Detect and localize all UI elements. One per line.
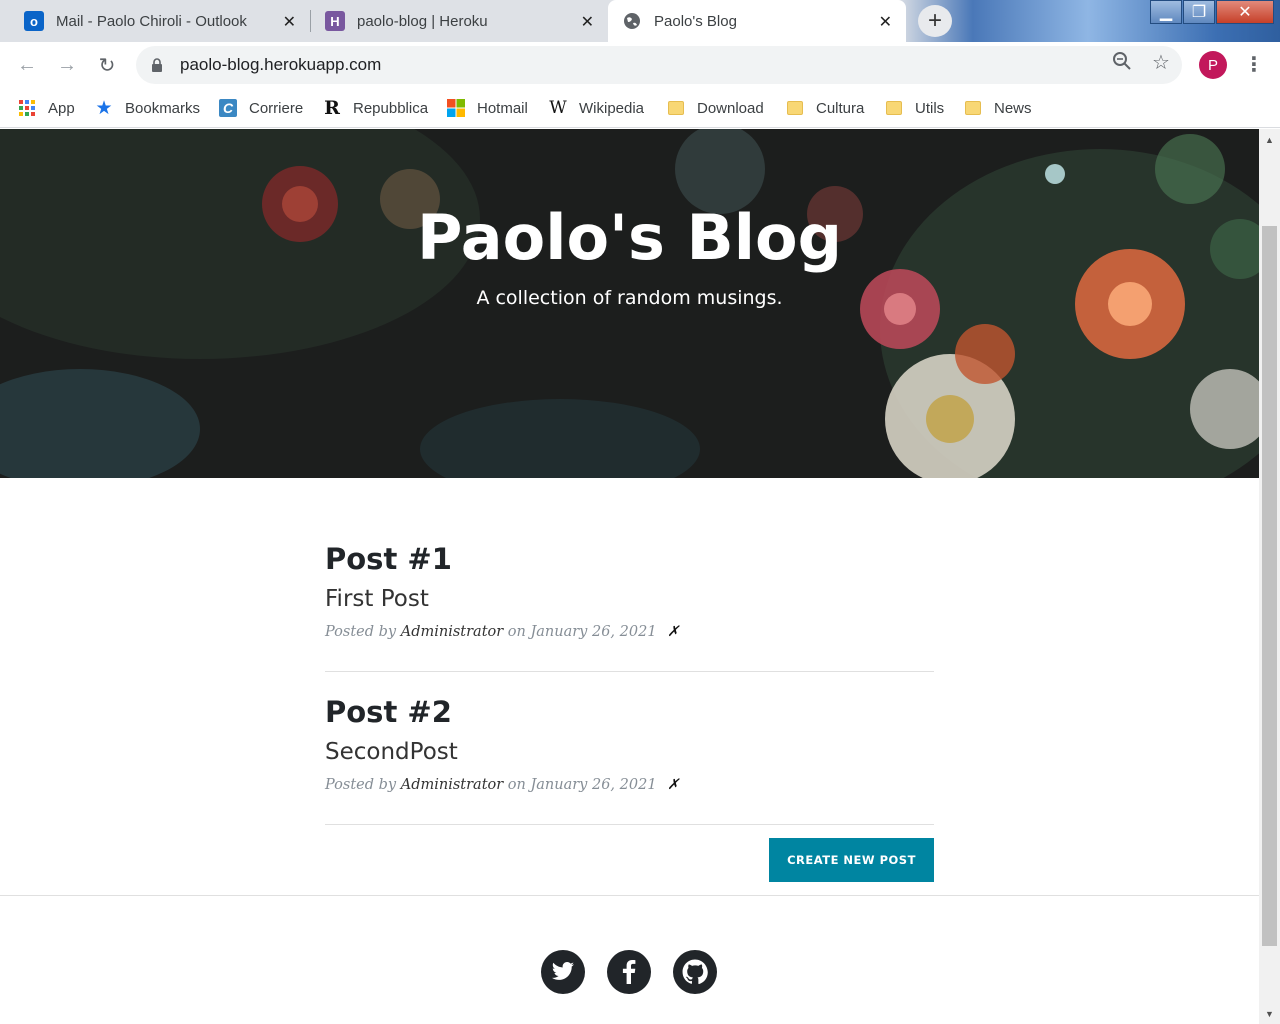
bookmark-folder-download[interactable]: Download (667, 96, 764, 120)
minimize-window-button[interactable]: ▁ (1150, 0, 1182, 24)
bookmark-label: News (994, 99, 1032, 117)
bookmark-label: Utils (915, 99, 945, 117)
post-meta-prefix: Posted by (325, 777, 397, 793)
bookmarks-bar: App ★ Bookmarks C Corriere R Repubblica … (0, 88, 1280, 128)
profile-avatar[interactable]: P (1199, 51, 1227, 79)
post-author-link[interactable]: Administrator (401, 624, 503, 640)
scroll-down-arrow-icon[interactable]: ▼ (1259, 1005, 1280, 1022)
zoom-icon[interactable] (1112, 51, 1132, 76)
blog-page: Paolo's Blog A collection of random musi… (0, 129, 1259, 1024)
bookmark-label: Download (697, 99, 764, 117)
folder-icon (786, 99, 804, 117)
post-preview[interactable]: Post #1 First Post Posted by Administrat… (325, 542, 934, 640)
bookmark-label: Wikipedia (579, 99, 645, 117)
browser-tab-strip: o Mail - Paolo Chiroli - Outlook ✕ H pao… (0, 0, 1280, 42)
post-title[interactable]: Post #2 (325, 695, 934, 729)
bookmark-corriere[interactable]: C Corriere (219, 96, 303, 120)
globe-icon (622, 11, 642, 31)
delete-post-icon[interactable]: ✗ (667, 624, 679, 640)
close-tab-icon[interactable]: ✕ (879, 12, 892, 32)
post-author-link[interactable]: Administrator (401, 777, 503, 793)
post-meta-prefix: Posted by (325, 624, 397, 640)
create-new-post-button[interactable]: CREATE NEW POST (769, 838, 934, 882)
corriere-icon: C (219, 99, 237, 117)
tab-title: Paolo's Blog (654, 12, 737, 30)
bookmark-label: Bookmarks (125, 99, 201, 117)
bookmark-label: App (48, 99, 75, 117)
post-divider (325, 671, 934, 672)
bookmark-label: Corriere (249, 99, 304, 117)
bookmark-folder-news[interactable]: News (964, 96, 1032, 120)
post-date: on January 26, 2021 (507, 777, 657, 793)
bookmark-label: Hotmail (477, 99, 528, 117)
post-title[interactable]: Post #1 (325, 542, 934, 576)
bookmark-app[interactable]: App (18, 96, 75, 120)
post-meta: Posted by Administrator on January 26, 2… (325, 624, 934, 640)
folder-icon (667, 99, 685, 117)
star-icon: ★ (95, 97, 113, 119)
twitter-icon[interactable] (541, 950, 585, 994)
tab-paolos-blog[interactable]: Paolo's Blog ✕ (608, 0, 906, 42)
github-icon[interactable] (673, 950, 717, 994)
post-subtitle[interactable]: SecondPost (325, 739, 934, 765)
url-text: paolo-blog.herokuapp.com (180, 55, 382, 74)
bookmark-repubblica[interactable]: R Repubblica (323, 96, 428, 120)
folder-icon (885, 99, 903, 117)
post-preview[interactable]: Post #2 SecondPost Posted by Administrat… (325, 695, 934, 793)
apps-grid-icon (18, 99, 36, 117)
tab-title: Mail - Paolo Chiroli - Outlook (56, 12, 247, 30)
post-subtitle[interactable]: First Post (325, 586, 934, 612)
bookmark-star-icon[interactable]: ☆ (1152, 50, 1170, 75)
post-meta: Posted by Administrator on January 26, 2… (325, 777, 934, 793)
bookmark-wikipedia[interactable]: W Wikipedia (549, 96, 644, 120)
tab-outlook[interactable]: o Mail - Paolo Chiroli - Outlook ✕ (10, 0, 310, 42)
new-tab-button[interactable]: + (918, 5, 952, 37)
wikipedia-icon: W (549, 98, 567, 118)
forward-button[interactable]: → (54, 52, 80, 78)
bookmark-folder-utils[interactable]: Utils (885, 96, 944, 120)
lock-icon (152, 58, 162, 72)
delete-post-icon[interactable]: ✗ (667, 777, 679, 793)
close-tab-icon[interactable]: ✕ (581, 12, 594, 32)
browser-toolbar: ← → ↻ paolo-blog.herokuapp.com ☆ P ⋮ (0, 42, 1280, 88)
page-scrollbar[interactable]: ▲ ▼ (1259, 129, 1280, 1024)
post-divider (325, 824, 934, 825)
bookmark-label: Repubblica (353, 99, 429, 117)
scroll-up-arrow-icon[interactable]: ▲ (1259, 131, 1280, 148)
tab-title: paolo-blog | Heroku (357, 12, 488, 30)
reload-button[interactable]: ↻ (94, 52, 120, 78)
post-date: on January 26, 2021 (507, 624, 657, 640)
microsoft-icon (447, 99, 465, 117)
address-bar[interactable]: paolo-blog.herokuapp.com (136, 46, 1182, 84)
close-window-button[interactable]: ✕ (1216, 0, 1274, 24)
tab-heroku[interactable]: H paolo-blog | Heroku ✕ (311, 0, 608, 42)
site-title: Paolo's Blog (416, 201, 842, 274)
hero-header: Paolo's Blog A collection of random musi… (0, 129, 1259, 478)
back-button[interactable]: ← (14, 52, 40, 78)
facebook-icon[interactable] (607, 950, 651, 994)
close-tab-icon[interactable]: ✕ (283, 12, 296, 32)
folder-icon (964, 99, 982, 117)
scrollbar-thumb[interactable] (1262, 226, 1277, 946)
bookmark-bookmarks[interactable]: ★ Bookmarks (95, 96, 200, 120)
bookmark-label: Cultura (816, 99, 865, 117)
maximize-window-button[interactable]: ❐ (1183, 0, 1215, 24)
repubblica-icon: R (324, 97, 340, 119)
heroku-icon: H (325, 11, 345, 31)
bookmark-folder-cultura[interactable]: Cultura (786, 96, 864, 120)
outlook-icon: o (24, 11, 44, 31)
bookmark-hotmail[interactable]: Hotmail (447, 96, 528, 120)
site-subtitle: A collection of random musings. (476, 287, 783, 309)
menu-kebab-icon[interactable]: ⋮ (1244, 52, 1264, 77)
footer-divider (0, 895, 1259, 896)
